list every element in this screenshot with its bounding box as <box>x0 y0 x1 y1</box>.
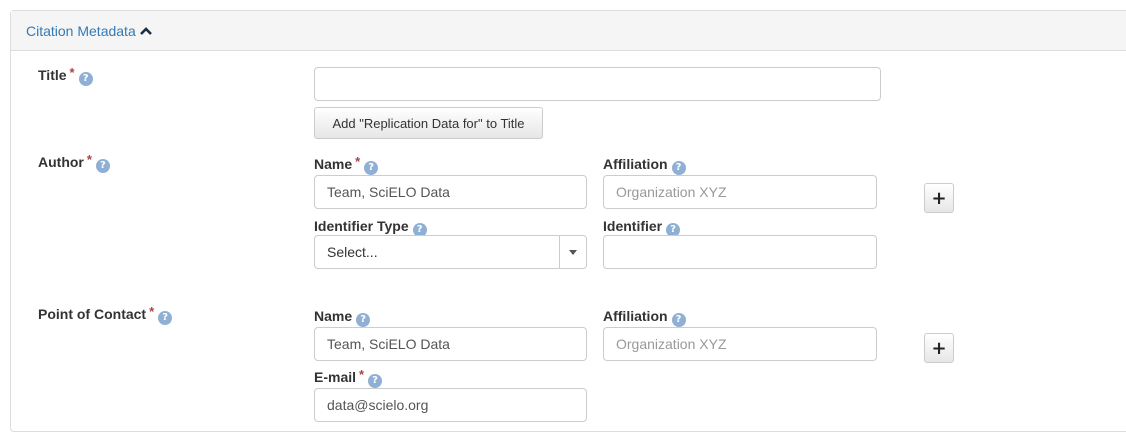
identifier-type-selected: Select... <box>327 244 378 260</box>
required-asterisk: * <box>359 367 365 382</box>
author-field-label: Author *? <box>38 152 110 173</box>
identifier-type-select[interactable]: Select... <box>314 235 587 269</box>
title-input[interactable] <box>314 67 881 101</box>
panel-heading-title: Citation Metadata <box>26 22 136 39</box>
author-name-input[interactable]: Team, SciELO Data <box>314 175 587 209</box>
point-of-contact-label: Point of Contact *? <box>38 304 173 325</box>
help-icon[interactable]: ? <box>671 313 686 327</box>
required-asterisk: * <box>69 65 75 80</box>
required-asterisk: * <box>149 304 155 319</box>
author-affiliation-label-text: Affiliation <box>603 156 668 172</box>
identifier-label-text: Identifier <box>603 218 663 234</box>
title-label-text: Title <box>38 67 67 83</box>
author-affiliation-label: Affiliation? <box>603 156 686 175</box>
add-author-button[interactable]: + <box>924 183 954 213</box>
caret-down-icon <box>569 249 577 255</box>
contact-email-label-text: E-mail <box>314 369 357 385</box>
help-icon[interactable]: ? <box>368 374 383 388</box>
chevron-up-icon <box>139 26 152 35</box>
identifier-type-label-text: Identifier Type <box>314 218 409 234</box>
help-icon[interactable]: ? <box>671 161 686 175</box>
contact-label-text: Point of Contact <box>38 306 147 322</box>
author-affiliation-input[interactable]: Organization XYZ <box>603 175 877 209</box>
help-icon[interactable]: ? <box>78 72 93 86</box>
contact-email-label: E-mail *? <box>314 367 383 388</box>
add-contact-button[interactable]: + <box>924 333 954 363</box>
help-icon[interactable]: ? <box>158 311 173 325</box>
required-asterisk: * <box>86 152 92 167</box>
add-replication-data-button[interactable]: Add "Replication Data for" to Title <box>314 107 543 139</box>
citation-metadata-toggle[interactable]: Citation Metadata <box>11 11 1126 51</box>
contact-name-label: Name? <box>314 308 371 327</box>
contact-name-input[interactable]: Team, SciELO Data <box>314 327 587 361</box>
dropdown-caret[interactable] <box>559 236 586 268</box>
contact-email-input[interactable]: data@scielo.org <box>314 388 587 422</box>
help-icon[interactable]: ? <box>356 313 371 327</box>
identifier-input[interactable] <box>603 235 877 269</box>
title-field-label: Title *? <box>38 65 93 86</box>
required-asterisk: * <box>355 154 361 169</box>
help-icon[interactable]: ? <box>95 159 110 173</box>
contact-affiliation-label-text: Affiliation <box>603 308 668 324</box>
contact-name-label-text: Name <box>314 308 353 324</box>
plus-icon: + <box>931 187 947 209</box>
author-name-label: Name *? <box>314 154 379 175</box>
author-label-text: Author <box>38 154 84 170</box>
author-name-label-text: Name <box>314 156 353 172</box>
contact-affiliation-label: Affiliation? <box>603 308 686 327</box>
plus-icon: + <box>931 337 947 359</box>
help-icon[interactable]: ? <box>364 161 379 175</box>
contact-affiliation-input[interactable]: Organization XYZ <box>603 327 877 361</box>
